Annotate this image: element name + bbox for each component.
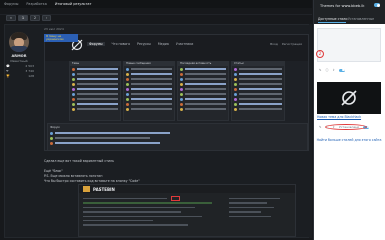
theme-enable-toggle[interactable] (339, 68, 346, 72)
nav-item-forums[interactable]: Форумы (4, 2, 18, 6)
edit-icon[interactable]: ✎ (319, 68, 322, 72)
forum-nav-item[interactable]: Форумы (87, 42, 105, 46)
trophy-icon: 🏆 (6, 74, 10, 78)
forum-column: Новые сообщения (123, 61, 175, 121)
theme-preview-image[interactable] (317, 82, 381, 114)
tab-installed[interactable]: Установленные (348, 17, 374, 21)
page-root: Форумы Разработка Итоговый результат « 1… (0, 0, 385, 240)
pastebin-brand: PASTEBIN (93, 186, 115, 192)
forum-auth-links: Вход Регистрация (270, 42, 302, 46)
share-icon[interactable]: ⇪ (333, 68, 336, 72)
forum-column: Последняя активность (177, 61, 229, 121)
pastebin-sidebar (229, 195, 293, 235)
pager-prev-button[interactable]: « (6, 15, 16, 21)
breadcrumb (0, 8, 312, 15)
messages-icon: 💬 (6, 64, 10, 68)
column-header: Статьи (232, 62, 284, 66)
top-navigation: Форумы Разработка Итоговый результат (0, 0, 312, 8)
annotation-oval (325, 124, 367, 130)
pager-next-button[interactable]: › (42, 15, 52, 21)
column-header: Темы (70, 62, 120, 66)
forum-column: Статьи (231, 61, 285, 121)
pager-page-1[interactable]: 1 (17, 15, 28, 21)
active-tab-indicator (318, 22, 346, 23)
post-date: 23 июл 2024 (44, 27, 64, 31)
column-header: Последняя активность (178, 62, 228, 66)
post-text-line: Сделал еще вот такой вариантный стиль (44, 159, 114, 163)
forum-nav-item[interactable]: Участники (176, 42, 194, 46)
forum-bottom-block: Форум (47, 123, 308, 150)
pastebin-header: PASTEBIN (79, 185, 295, 193)
pager-page-2[interactable]: 2 (29, 15, 41, 21)
author-stat-reactions: ❤ 3 740 (6, 69, 34, 73)
find-more-styles-link[interactable]: Найти больше стилей для этого сайта (316, 138, 382, 143)
scrollbar[interactable] (309, 24, 312, 238)
edit-icon[interactable]: ✎ (319, 125, 322, 129)
heart-icon: ❤ (6, 69, 9, 73)
flag-banner: Я пишу на украинском (44, 34, 78, 42)
author-stat-points: 🏆 128 (6, 74, 34, 78)
nav-item-result[interactable]: Итоговый результат (55, 2, 92, 6)
panel-enable-toggle[interactable] (374, 3, 380, 7)
forum-nav-item[interactable]: Что нового (112, 42, 131, 46)
avatar[interactable] (9, 32, 29, 52)
pastebin-logo-icon (83, 186, 90, 192)
post-author-name[interactable]: ARMOR (4, 54, 34, 58)
blackhack-logo-icon (341, 90, 357, 106)
register-link[interactable]: Регистрация (282, 42, 302, 46)
code-button-highlight[interactable] (171, 196, 180, 201)
embedded-screenshot-forum[interactable]: Форумы Что нового Ресурсы Медиа Участник… (44, 34, 309, 151)
tab-available-styles[interactable]: Доступные стили (318, 17, 347, 21)
theme-title-link[interactable]: Новая тема для BlackHack (317, 115, 381, 119)
pager: « 1 2 › (6, 15, 52, 21)
post-text-line: P.S. Еще можно вставлять логотип (44, 174, 103, 178)
embedded-screenshot-pastebin[interactable]: PASTEBIN (78, 184, 296, 237)
post-author-role: Известный (10, 59, 28, 63)
annotation-marker: 2 (316, 50, 324, 58)
block-title: Форум (50, 125, 60, 129)
login-link[interactable]: Вход (270, 42, 278, 46)
forum-nav-item[interactable]: Медиа (158, 42, 169, 46)
theme-card-toolbar: ✎ ⓘ ⇪ (319, 68, 346, 72)
column-header: Новые сообщения (124, 62, 174, 66)
panel-title: Themes for www.bbeb.lk (320, 4, 365, 8)
forum-header: Форумы Что нового Ресурсы Медиа Участник… (45, 35, 308, 61)
forum-column: Темы (69, 61, 121, 121)
forum-nav: Форумы Что нового Ресурсы Медиа Участник… (87, 42, 193, 46)
forum-nav-item[interactable]: Ресурсы (137, 42, 151, 46)
pastebin-code-area (83, 195, 223, 235)
post-text-line: Ещё "блок" (44, 169, 63, 173)
info-icon[interactable]: ⓘ (326, 68, 329, 72)
panel-header: Themes for www.bbeb.lk Доступные стили У… (314, 0, 385, 24)
post-text-line: Что бы быстро составить код вставьте на … (44, 179, 140, 183)
author-stat-messages: 💬 2 503 (6, 64, 34, 68)
theme-card-placeholder[interactable] (317, 28, 381, 62)
nav-item-development[interactable]: Разработка (26, 2, 46, 6)
